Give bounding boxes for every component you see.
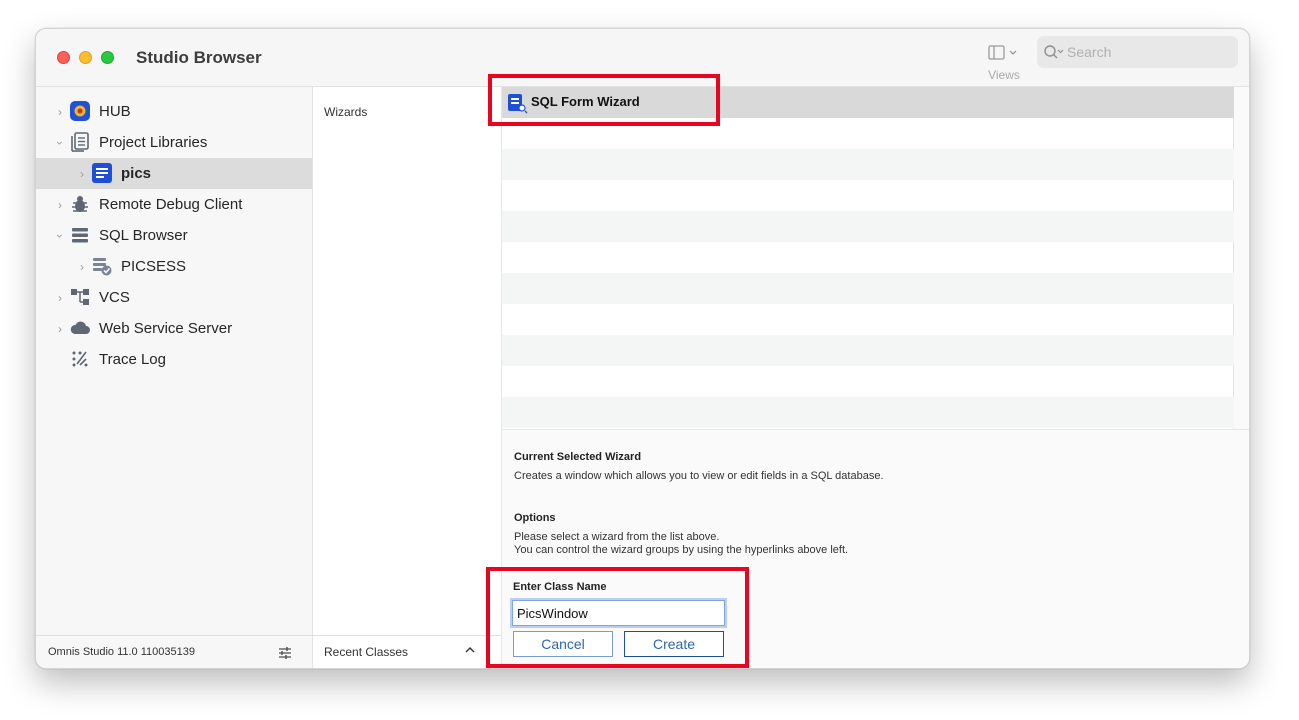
options-line-1: Please select a wizard from the list abo… bbox=[514, 531, 720, 543]
version-label: Omnis Studio 11.0 110035139 bbox=[48, 646, 195, 658]
window-title: Studio Browser bbox=[136, 48, 262, 67]
minimize-window-button[interactable] bbox=[79, 51, 92, 64]
hub-icon bbox=[70, 101, 90, 121]
list-row bbox=[502, 273, 1234, 304]
sidebar: › HUB › Project Libraries › pics › Remot… bbox=[36, 87, 313, 668]
recent-classes-label: Recent Classes bbox=[324, 645, 409, 659]
wizard-list: SQL Form Wizard bbox=[502, 87, 1234, 429]
chevron-right-icon[interactable]: › bbox=[54, 105, 66, 119]
sidebar-item-pics[interactable]: › pics bbox=[36, 158, 312, 189]
library-file-icon bbox=[92, 163, 112, 183]
options-line-2: You can control the wizard groups by usi… bbox=[514, 544, 849, 556]
sidebar-item-label: Trace Log bbox=[99, 351, 166, 368]
wizard-row-sql-form[interactable]: SQL Form Wizard bbox=[502, 87, 1234, 118]
sidebar-item-vcs[interactable]: › VCS bbox=[36, 282, 312, 313]
list-row bbox=[502, 335, 1234, 366]
title-bar: Studio Browser Views Search bbox=[36, 29, 1249, 87]
class-name-heading: Enter Class Name bbox=[513, 581, 607, 593]
views-button[interactable] bbox=[986, 43, 1022, 63]
sidebar-item-label: Web Service Server bbox=[99, 320, 233, 337]
sidebar-item-label: SQL Browser bbox=[99, 227, 188, 244]
chevron-down-icon[interactable]: › bbox=[53, 230, 67, 242]
current-wizard-heading: Current Selected Wizard bbox=[514, 451, 642, 463]
sidebar-item-project-libraries[interactable]: › Project Libraries bbox=[36, 127, 312, 158]
sql-form-wizard-icon bbox=[508, 94, 528, 114]
sidebar-item-label: Remote Debug Client bbox=[99, 196, 243, 213]
views-label: Views bbox=[988, 68, 1020, 82]
trace-log-icon bbox=[72, 351, 88, 367]
sidebar-item-web-service-server[interactable]: › Web Service Server bbox=[36, 313, 312, 344]
sliders-icon[interactable] bbox=[277, 645, 293, 661]
views-icon bbox=[988, 45, 1017, 60]
sidebar-item-label: HUB bbox=[99, 103, 131, 120]
wizard-label: SQL Form Wizard bbox=[531, 94, 640, 109]
database-session-icon bbox=[93, 258, 112, 276]
list-row bbox=[502, 149, 1234, 180]
sidebar-item-label: Project Libraries bbox=[99, 134, 208, 151]
database-icon bbox=[72, 228, 88, 243]
vcs-branch-icon bbox=[71, 289, 89, 305]
cloud-icon bbox=[70, 321, 90, 334]
divider bbox=[502, 429, 1249, 430]
search-icon bbox=[1044, 45, 1064, 59]
list-row bbox=[502, 304, 1234, 335]
wizard-groups-panel: Wizards Recent Classes bbox=[313, 87, 502, 668]
recent-classes-bar[interactable]: Recent Classes bbox=[313, 635, 502, 668]
list-row bbox=[502, 366, 1234, 397]
sidebar-item-trace-log[interactable]: Trace Log bbox=[36, 344, 312, 375]
class-name-input[interactable] bbox=[512, 600, 725, 626]
sidebar-item-sql-browser[interactable]: › SQL Browser bbox=[36, 220, 312, 251]
close-window-button[interactable] bbox=[57, 51, 70, 64]
sidebar-item-remote-debug-client[interactable]: › Remote Debug Client bbox=[36, 189, 312, 220]
chevron-right-icon[interactable]: › bbox=[76, 260, 88, 274]
list-row bbox=[502, 180, 1234, 211]
sidebar-footer: Omnis Studio 11.0 110035139 bbox=[36, 635, 313, 668]
options-heading: Options bbox=[514, 512, 556, 524]
wizards-link[interactable]: Wizards bbox=[324, 105, 367, 119]
sidebar-item-hub[interactable]: › HUB bbox=[36, 96, 312, 127]
list-row bbox=[502, 211, 1234, 242]
chevron-right-icon[interactable]: › bbox=[54, 198, 66, 212]
search-field[interactable]: Search bbox=[1037, 36, 1238, 68]
sidebar-item-label: VCS bbox=[99, 289, 130, 306]
sidebar-item-label: pics bbox=[121, 165, 152, 182]
sidebar-item-picsess[interactable]: › PICSESS bbox=[36, 251, 312, 282]
chevron-right-icon[interactable]: › bbox=[54, 291, 66, 305]
zoom-window-button[interactable] bbox=[101, 51, 114, 64]
studio-browser-window: Studio Browser Views Search › HUB › Proj… bbox=[35, 28, 1250, 669]
library-icon bbox=[71, 132, 89, 152]
sidebar-item-label: PICSESS bbox=[121, 258, 187, 275]
chevron-down-icon[interactable]: › bbox=[53, 137, 67, 149]
chevron-up-icon[interactable] bbox=[465, 645, 475, 655]
cancel-button[interactable]: Cancel bbox=[513, 631, 613, 657]
bug-icon bbox=[72, 196, 88, 212]
search-placeholder: Search bbox=[1067, 44, 1112, 60]
chevron-right-icon[interactable]: › bbox=[76, 167, 88, 181]
create-button[interactable]: Create bbox=[624, 631, 724, 657]
chevron-right-icon[interactable]: › bbox=[54, 322, 66, 336]
list-row bbox=[502, 118, 1234, 149]
wizard-content: SQL Form Wizard Current Selected Wizard … bbox=[502, 87, 1249, 668]
list-row bbox=[502, 242, 1234, 273]
list-row bbox=[502, 397, 1234, 428]
current-wizard-description: Creates a window which allows you to vie… bbox=[514, 470, 884, 482]
